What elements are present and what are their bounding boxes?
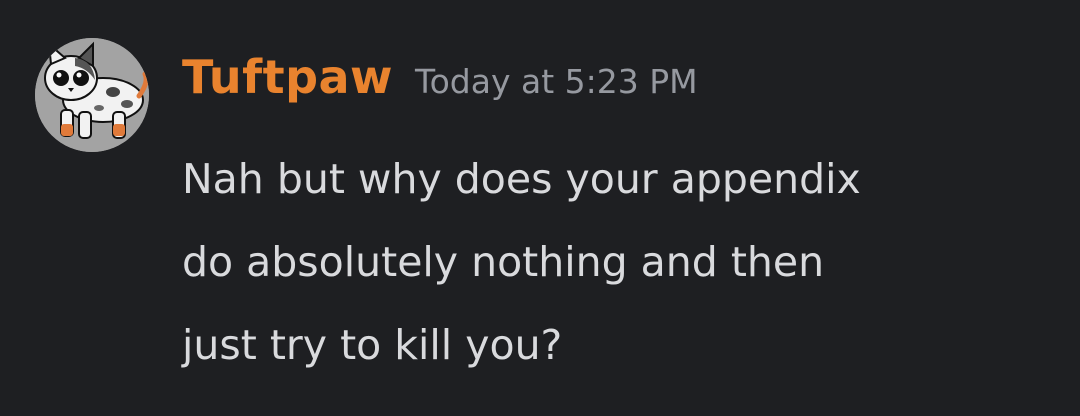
username[interactable]: Tuftpaw: [182, 50, 393, 104]
message-line: do absolutely nothing and then: [182, 238, 825, 286]
message-content: Nah but why does your appendix do absolu…: [182, 138, 1042, 387]
user-avatar[interactable]: [35, 38, 149, 152]
message-line: just try to kill you?: [182, 321, 563, 369]
message-line: Nah but why does your appendix: [182, 155, 861, 203]
message-header: Tuftpaw Today at 5:23 PM: [182, 50, 698, 120]
cat-avatar-icon: [35, 38, 149, 152]
chat-message: Tuftpaw Today at 5:23 PM Nah but why doe…: [0, 0, 1080, 416]
timestamp[interactable]: Today at 5:23 PM: [415, 62, 698, 101]
